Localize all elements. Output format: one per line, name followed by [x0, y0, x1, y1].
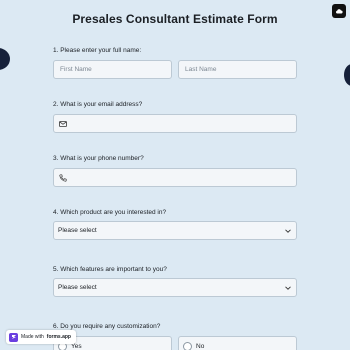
- question-customization-label: 6. Do you require any customization?: [53, 323, 161, 330]
- question-full-name-label: 1. Please enter your full name:: [53, 47, 142, 54]
- question-email-label: 2. What is your email address?: [53, 101, 143, 108]
- made-with-badge[interactable]: Made with forms.app: [6, 330, 76, 344]
- email-input[interactable]: [53, 114, 297, 133]
- question-product-label: 4. Which product are you interested in?: [53, 209, 167, 216]
- mail-icon: [58, 119, 68, 129]
- phone-input[interactable]: [53, 168, 297, 187]
- form-page: Presales Consultant Estimate Form 1. Ple…: [0, 0, 350, 350]
- last-name-input[interactable]: Last Name: [178, 60, 297, 79]
- first-name-placeholder: First Name: [60, 66, 92, 73]
- option-no-label: No: [196, 342, 205, 350]
- question-phone-label: 3. What is your phone number?: [53, 155, 144, 162]
- customization-option-no[interactable]: No: [178, 336, 297, 350]
- radio-circle[interactable]: [183, 341, 192, 350]
- badge-brand: forms.app: [46, 334, 71, 340]
- decorative-shape-right: [344, 64, 350, 86]
- question-features-label: 5. Which features are important to you?: [53, 266, 167, 273]
- last-name-placeholder: Last Name: [185, 66, 217, 73]
- chevron-down-icon: [285, 229, 291, 233]
- form-title: Presales Consultant Estimate Form: [72, 12, 278, 26]
- phone-icon: [58, 173, 68, 183]
- product-select-value: Please select: [58, 227, 97, 234]
- features-select[interactable]: Please select: [53, 278, 297, 297]
- first-name-input[interactable]: First Name: [53, 60, 172, 79]
- badge-prefix: Made with: [21, 334, 44, 340]
- product-select[interactable]: Please select: [53, 221, 297, 240]
- features-select-value: Please select: [58, 284, 97, 291]
- decorative-shape-left: [0, 48, 10, 70]
- chevron-down-icon: [285, 286, 291, 290]
- forms-app-logo-icon: [9, 332, 18, 342]
